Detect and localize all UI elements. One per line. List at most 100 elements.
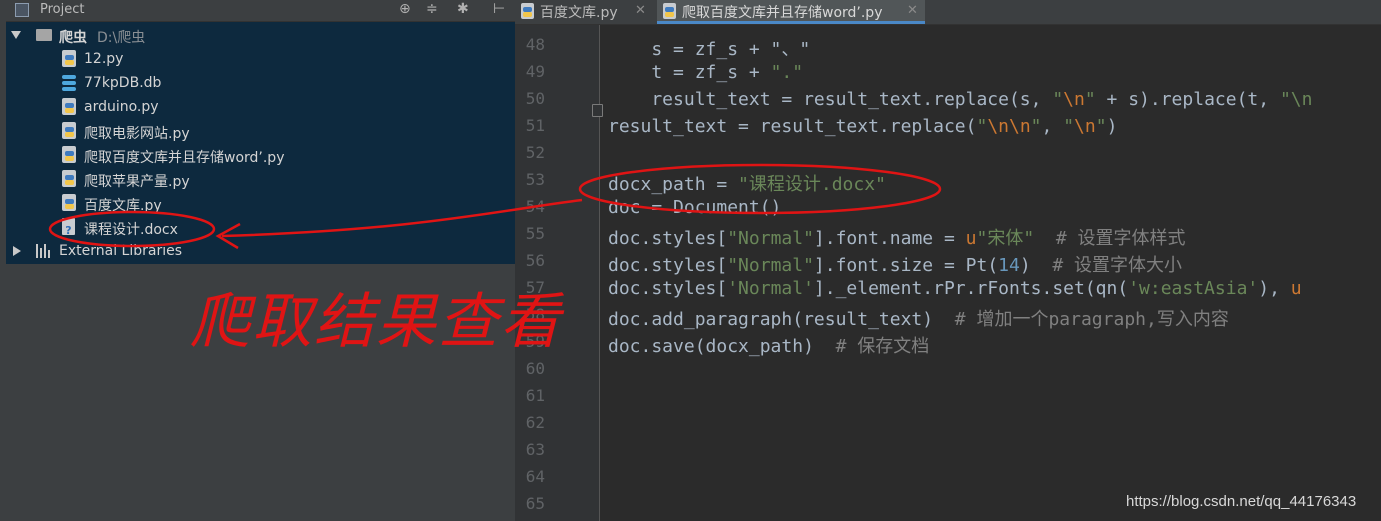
code-token: "课程设计.docx" [738,174,886,195]
code-token: ].font.size = Pt( [813,255,999,276]
library-icon [36,244,52,258]
code-line: doc.styles["Normal"].font.name = u"宋体" #… [608,224,1186,250]
tree-item-path: D:\爬虫 [97,30,146,46]
code-editor[interactable]: s = zf_s + "、" t = zf_s + "." result_tex… [600,25,1381,521]
tab-label: 百度文库.py [540,5,618,21]
code-token: "." [770,62,804,83]
code-line: doc.add_paragraph(result_text) # 增加一个par… [608,305,1229,331]
database-file-icon [62,75,76,91]
scroll-from-source-icon[interactable]: ⊕ [399,1,411,17]
python-file-icon [62,194,76,211]
code-token: "\n [1279,89,1313,110]
code-token: ) [1106,116,1118,137]
tree-item-external-libraries[interactable]: External Libraries [6,239,515,263]
code-token: , [1041,116,1064,137]
code-token: doc.add_paragraph(result_text) [608,309,955,330]
folder-icon [36,29,52,41]
code-token: ]._element.rPr.rFonts.set(qn( [813,278,1129,299]
code-line: t = zf_s + "." [608,62,803,83]
tree-item-label: 爬虫 [59,30,87,46]
python-file-icon [62,122,76,139]
docx-file-icon: ? [62,218,75,237]
tree-item-file[interactable]: arduino.py [6,95,515,119]
code-token: # 保存文档 [835,336,930,357]
expand-arrow-icon[interactable] [11,31,21,39]
tab-baidu-wenku[interactable]: 百度文库.py ✕ [515,0,655,24]
tree-item-file[interactable]: 爬取电影网站.py [6,119,515,143]
project-title[interactable]: Project [40,2,84,17]
tree-item-file[interactable]: 百度文库.py [6,191,515,215]
tree-item-root-folder[interactable]: 爬虫 D:\爬虫 [6,23,515,47]
line-number: 49 [525,62,545,81]
code-token: " [1052,89,1064,110]
code-token: " [1084,89,1096,110]
python-file-icon [663,3,676,19]
code-token: s = zf_s + "、" [608,39,811,60]
code-token: ) [1019,255,1053,276]
code-token: # 设置字体样式 [1055,228,1186,249]
code-line: doc.styles['Normal']._element.rPr.rFonts… [608,278,1302,299]
hide-panel-icon[interactable]: ⊢ [493,1,505,17]
collapse-all-icon[interactable]: ≑ [426,1,438,17]
python-file-icon [62,146,76,163]
code-token: # 增加一个paragraph,写入内容 [954,309,1229,330]
line-number: 53 [525,170,545,189]
code-token: \n [1074,116,1096,137]
code-token: " [1063,116,1075,137]
line-number: 52 [525,143,545,162]
code-line: s = zf_s + "、" [608,35,810,61]
line-number: 65 [525,494,545,513]
tree-item-label: 77kpDB.db [84,75,162,91]
code-token: doc = Document() [608,197,782,218]
code-token: "Normal" [727,228,814,249]
code-token: result_text = result_text.replace( [608,116,977,137]
line-number: 60 [525,359,545,378]
project-tree: 爬虫 D:\爬虫 12.py 77kpDB.db arduino.py 爬取电影… [6,22,515,264]
line-number: 54 [525,197,545,216]
code-token: result_text = result_text.replace(s, [608,89,1053,110]
line-number: 51 [525,116,545,135]
close-tab-icon[interactable]: ✕ [907,3,918,18]
settings-gear-icon[interactable]: ✱ [457,1,469,17]
editor-tab-bar: 百度文库.py ✕ 爬取百度文库并且存储word’.py ✕ [515,0,1381,25]
line-number: 61 [525,386,545,405]
tree-item-file[interactable]: 12.py [6,47,515,71]
line-number: 63 [525,440,545,459]
line-number: 48 [525,35,545,54]
code-line: doc.save(docx_path) # 保存文档 [608,332,929,358]
project-panel-header: Project ⊕ ≑ ✱ ⊢ [6,0,515,22]
tree-item-file[interactable]: 77kpDB.db [6,71,515,95]
code-token: 'w:eastAsia' [1128,278,1259,299]
tree-item-label: External Libraries [59,243,182,259]
expand-arrow-icon[interactable] [13,246,21,256]
tree-item-label: 课程设计.docx [84,222,178,238]
code-token: " [1030,116,1042,137]
tree-item-file[interactable]: 爬取苹果产量.py [6,167,515,191]
code-token: t = zf_s + [608,62,771,83]
project-panel: Project ⊕ ≑ ✱ ⊢ 爬虫 D:\爬虫 12.py 77kpDB.db… [6,0,515,521]
code-token: \n [1063,89,1085,110]
code-line: doc = Document() [608,197,781,218]
tree-item-file[interactable]: ? 课程设计.docx [6,215,515,239]
python-file-icon [62,170,76,187]
tab-crawl-baidu-word[interactable]: 爬取百度文库并且存储word’.py ✕ [657,0,925,24]
code-line: docx_path = "课程设计.docx" [608,170,886,196]
python-file-icon [62,98,76,115]
code-token: # 设置字体大小 [1052,255,1183,276]
line-number-gutter: 48 49 50 51 52 53 54 55 56 57 58 59 60 61 62 63 64 65 [515,25,603,521]
code-line: doc.styles["Normal"].font.size = Pt(14) … [608,251,1182,277]
python-file-icon [521,3,534,19]
line-number: 64 [525,467,545,486]
code-token: "宋体" [976,228,1035,249]
tree-item-label: 12.py [84,51,124,67]
tree-item-file[interactable]: 爬取百度文库并且存储word’.py [6,143,515,167]
line-number: 56 [525,251,545,270]
close-tab-icon[interactable]: ✕ [635,3,646,18]
tree-item-label: 爬取苹果产量.py [84,174,190,190]
watermark: https://blog.csdn.net/qq_44176343 [1126,493,1357,510]
line-number: 50 [525,89,545,108]
python-file-icon [62,50,76,67]
code-token: doc.styles[ [608,278,728,299]
code-token: \n\n [987,116,1031,137]
code-token: doc.styles[ [608,255,728,276]
